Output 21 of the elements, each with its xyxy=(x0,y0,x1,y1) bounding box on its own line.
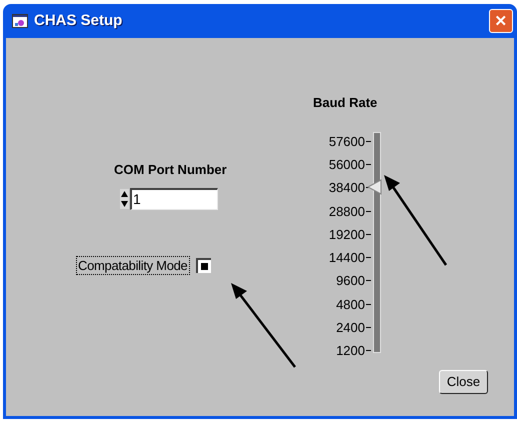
app-icon xyxy=(12,14,28,28)
scale-label: 14400 xyxy=(328,251,365,264)
scale-label: 28800 xyxy=(328,204,365,218)
scale-label: 38400 xyxy=(328,181,365,194)
spinner-arrows[interactable] xyxy=(120,189,129,209)
scale-label: 1200 xyxy=(336,344,365,358)
scale-label: 56000 xyxy=(328,158,365,171)
com-port-field[interactable]: 1 xyxy=(130,188,218,210)
close-button[interactable]: ✕ xyxy=(489,9,513,33)
compat-mode-label: Compatability Mode xyxy=(76,256,190,275)
scale-label: 57600 xyxy=(328,134,365,148)
scale-label: 2400 xyxy=(336,321,365,334)
com-port-label: COM Port Number xyxy=(114,162,227,177)
close-button[interactable]: Close xyxy=(439,370,488,394)
window-title: CHAS Setup xyxy=(34,10,122,31)
scale-label: 4800 xyxy=(336,298,365,311)
baud-rate-label: Baud Rate xyxy=(312,94,378,112)
scale-label: 9600 xyxy=(336,274,365,288)
compat-checkbox[interactable] xyxy=(196,258,210,273)
scale-label: 19200 xyxy=(328,228,365,241)
slider-thumb[interactable] xyxy=(367,179,383,196)
